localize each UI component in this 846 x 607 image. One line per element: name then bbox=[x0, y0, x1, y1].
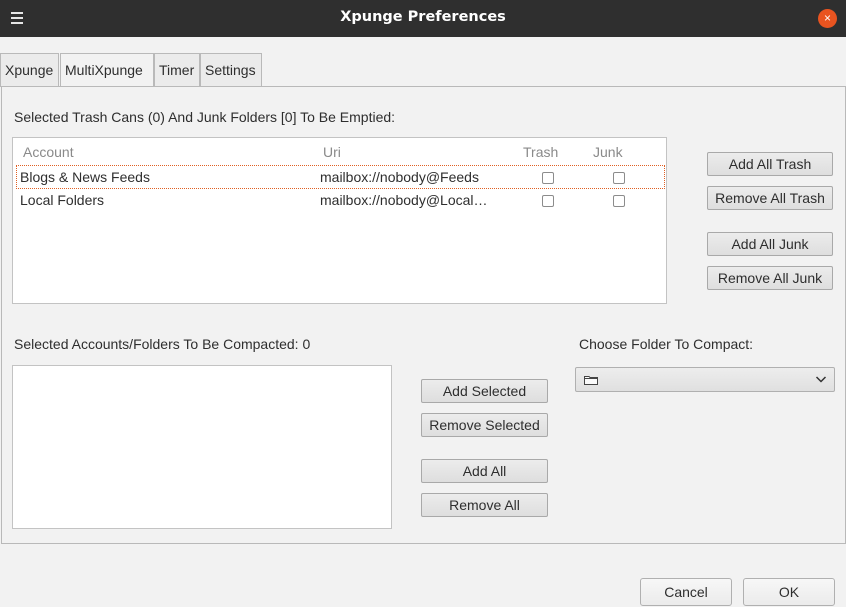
remove-all-trash-button[interactable]: Remove All Trash bbox=[707, 186, 833, 210]
folder-select[interactable] bbox=[575, 367, 835, 392]
uri-cell: mailbox://nobody@Feeds bbox=[320, 169, 479, 185]
remove-selected-button[interactable]: Remove Selected bbox=[421, 413, 548, 437]
column-header-junk[interactable]: Junk bbox=[593, 144, 623, 160]
table-row[interactable]: Local Folders mailbox://nobody@Local… bbox=[16, 189, 665, 213]
remove-all-button[interactable]: Remove All bbox=[421, 493, 548, 517]
column-header-uri[interactable]: Uri bbox=[323, 144, 341, 160]
trash-junk-list[interactable]: Account Uri Trash Junk Blogs & News Feed… bbox=[12, 137, 667, 304]
tab-timer[interactable]: Timer bbox=[154, 53, 200, 87]
remove-all-junk-button[interactable]: Remove All Junk bbox=[707, 266, 833, 290]
choose-folder-label: Choose Folder To Compact: bbox=[579, 336, 754, 352]
add-all-button[interactable]: Add All bbox=[421, 459, 548, 483]
add-all-trash-button[interactable]: Add All Trash bbox=[707, 152, 833, 176]
chevron-down-icon bbox=[815, 376, 827, 383]
window-title: Xpunge Preferences bbox=[340, 9, 506, 25]
uri-cell: mailbox://nobody@Local… bbox=[320, 192, 488, 208]
ok-button[interactable]: OK bbox=[743, 578, 835, 606]
junk-checkbox[interactable] bbox=[613, 172, 625, 184]
column-header-trash[interactable]: Trash bbox=[523, 144, 558, 160]
compact-folders-list[interactable] bbox=[12, 365, 392, 529]
junk-checkbox[interactable] bbox=[613, 195, 625, 207]
column-header-account[interactable]: Account bbox=[23, 144, 74, 160]
empty-section-label: Selected Trash Cans (0) And Junk Folders… bbox=[14, 109, 396, 125]
add-all-junk-button[interactable]: Add All Junk bbox=[707, 232, 833, 256]
account-cell: Local Folders bbox=[20, 192, 105, 208]
tab-settings[interactable]: Settings bbox=[200, 53, 262, 87]
cancel-button[interactable]: Cancel bbox=[640, 578, 732, 606]
close-button[interactable]: × bbox=[818, 9, 837, 28]
tab-xpunge[interactable]: Xpunge bbox=[0, 53, 59, 87]
trash-checkbox[interactable] bbox=[542, 172, 554, 184]
compact-section-label: Selected Accounts/Folders To Be Compacte… bbox=[14, 336, 311, 352]
folder-icon bbox=[584, 376, 598, 385]
tab-multixpunge[interactable]: MultiXpunge bbox=[60, 53, 154, 88]
trash-checkbox[interactable] bbox=[542, 195, 554, 207]
account-cell: Blogs & News Feeds bbox=[20, 169, 150, 185]
title-bar: Xpunge Preferences × bbox=[0, 0, 846, 37]
table-row[interactable]: Blogs & News Feeds mailbox://nobody@Feed… bbox=[16, 165, 665, 189]
add-selected-button[interactable]: Add Selected bbox=[421, 379, 548, 403]
